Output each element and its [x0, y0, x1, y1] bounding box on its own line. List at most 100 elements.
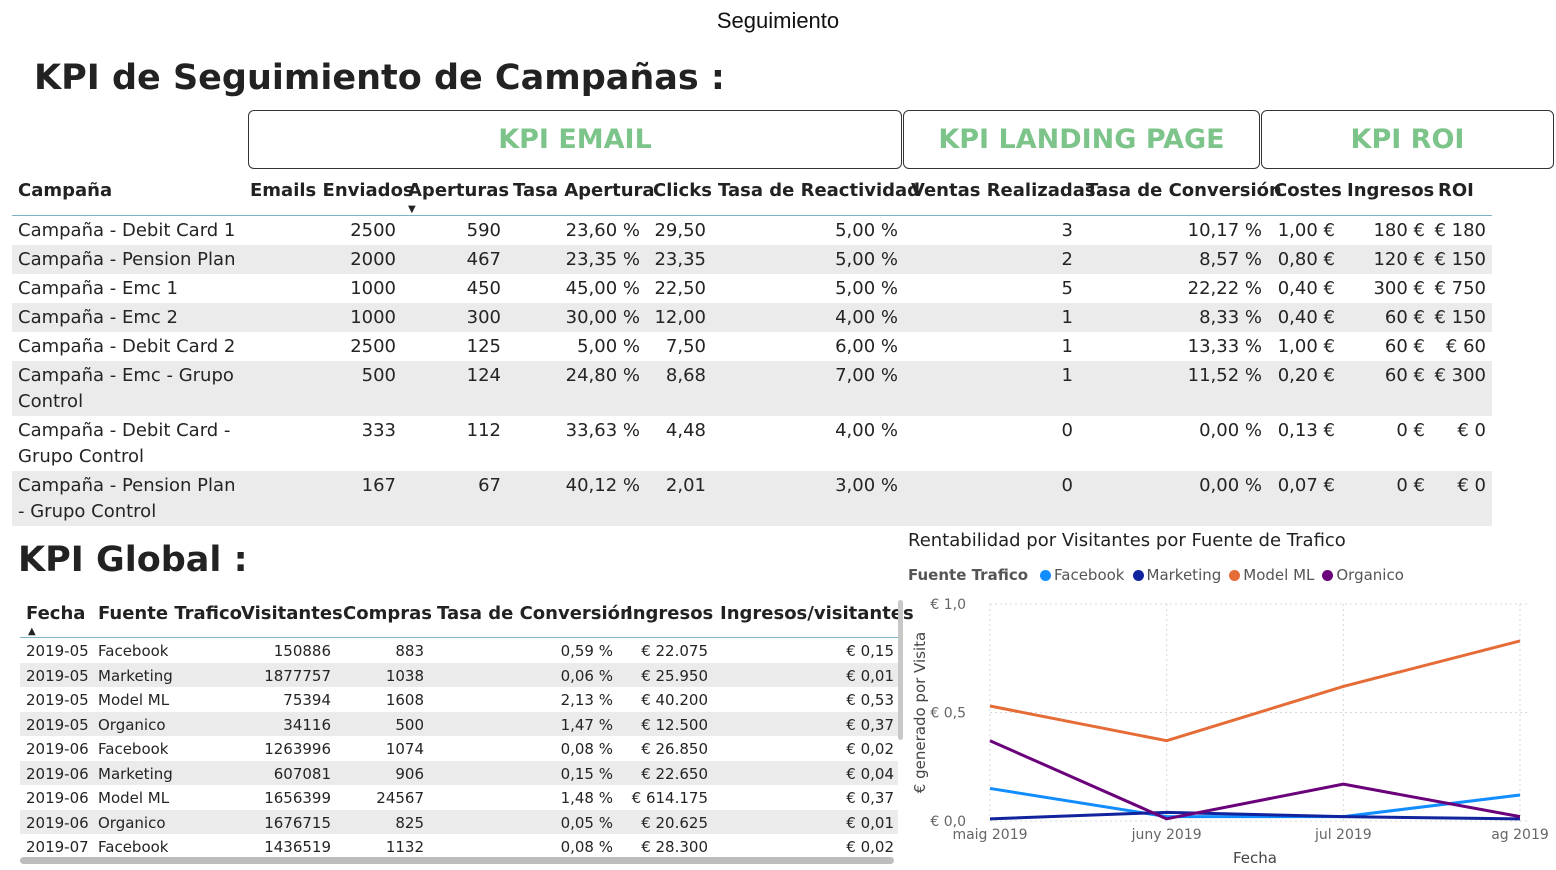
- legend-item[interactable]: Marketing: [1132, 566, 1221, 584]
- campaign-row[interactable]: Campaña - Debit Card 2 2500 125 5,00 % 7,50 6…: [12, 332, 1492, 361]
- global-row[interactable]: 2019-05 Organico 34116 500 1,47 % € 12.500 € 0…: [20, 711, 898, 736]
- campaign-row[interactable]: Campaña - Emc - Grupo Control 500 124 24,80…: [12, 361, 1492, 416]
- global-row[interactable]: 2019-05 Facebook 150886 883 0,59 % € 22.075 € …: [20, 638, 898, 663]
- campaign-row[interactable]: Campaña - Pension Plan - Grupo Control 16…: [12, 471, 1492, 526]
- global-value-cell: € 26.850: [641, 740, 708, 758]
- date-cell: 2019-05: [26, 642, 89, 660]
- col-header-roi[interactable]: ROI: [1438, 180, 1474, 201]
- legend-item[interactable]: Model ML: [1229, 566, 1314, 584]
- campaign-value-cell: € 0: [1457, 475, 1486, 496]
- col-header-aperturas[interactable]: Aperturas: [408, 180, 509, 201]
- campaign-table-body: Campaña - Debit Card 1 2500 590 23,60 % 29,5…: [12, 216, 1492, 526]
- global-value-cell: € 0,37: [846, 789, 894, 807]
- col-header-costes[interactable]: Costes: [1274, 180, 1342, 201]
- legend-item[interactable]: Facebook: [1040, 566, 1125, 584]
- campaign-value-cell: 45,00 %: [565, 278, 640, 299]
- campaign-value-cell: 6,00 %: [835, 336, 898, 357]
- col-header-tasa-reactividad[interactable]: Tasa de Reactividad: [718, 180, 920, 201]
- col-header-tasa-conversion-global[interactable]: Tasa de Conversión: [437, 603, 633, 624]
- col-header-visitantes[interactable]: Visitantes: [241, 603, 343, 624]
- global-value-cell: € 0,01: [846, 813, 894, 832]
- global-row[interactable]: 2019-06 Organico 1676715 825 0,05 % € 20.625 €…: [20, 809, 898, 834]
- date-cell: 2019-06: [26, 813, 89, 832]
- campaign-name-cell: Campaña - Pension Plan: [18, 249, 236, 270]
- sort-desc-icon[interactable]: ▼: [408, 204, 416, 215]
- global-row[interactable]: 2019-05 Marketing 1877757 1038 0,06 % € 25.95…: [20, 662, 898, 687]
- source-cell: Model ML: [98, 789, 170, 807]
- kpi-roi-box: KPI ROI: [1261, 110, 1554, 169]
- date-cell: 2019-06: [26, 740, 89, 758]
- col-header-ingresos-visitantes[interactable]: Ingresos/visitantes: [720, 603, 914, 624]
- campaign-value-cell: 24,80 %: [565, 365, 640, 386]
- kpi-email-box: KPI EMAIL: [248, 110, 902, 169]
- col-header-campana[interactable]: Campaña: [18, 180, 112, 201]
- series-line-organico: [989, 739, 1521, 821]
- campaign-name-cell: Campaña - Emc 2: [18, 307, 178, 328]
- campaign-value-cell: 1: [1061, 307, 1073, 328]
- x-axis-title: Fecha: [1233, 849, 1277, 867]
- col-header-fuente-trafico[interactable]: Fuente Trafico: [98, 603, 242, 624]
- global-row[interactable]: 2019-05 Model ML 75394 1608 2,13 % € 40.200 € …: [20, 687, 898, 712]
- col-header-clicks[interactable]: Clicks: [653, 180, 712, 201]
- campaign-row[interactable]: Campaña - Pension Plan 2000 467 23,35 % 23,3…: [12, 245, 1492, 274]
- col-header-tasa-conversion[interactable]: Tasa de Conversión: [1086, 180, 1282, 201]
- campaign-value-cell: 33,63 %: [565, 420, 640, 441]
- legend-dot-icon: [1132, 569, 1144, 581]
- line-chart: € 0,0€ 0,5€ 1,0maig 2019 juny 2019 jul 201…: [911, 597, 1549, 867]
- campaign-value-cell: 4,00 %: [835, 307, 898, 328]
- col-header-compras[interactable]: Compras: [343, 603, 432, 624]
- col-header-tasa-apertura[interactable]: Tasa Apertura: [513, 180, 655, 201]
- col-header-fecha[interactable]: Fecha: [26, 603, 85, 624]
- source-cell: Facebook: [98, 838, 169, 856]
- col-header-emails-enviados[interactable]: Emails Enviados: [250, 180, 414, 201]
- campaign-value-cell: 2500: [350, 220, 396, 241]
- campaign-value-cell: 1: [1061, 365, 1073, 386]
- campaign-row[interactable]: Campaña - Emc 2 1000 300 30,00 % 12,00 4,00 %…: [12, 303, 1492, 332]
- global-row[interactable]: 2019-06 Marketing 607081 906 0,15 % € 22.650 €…: [20, 760, 898, 785]
- campaign-value-cell: 0,20 €: [1277, 365, 1335, 386]
- global-row[interactable]: 2019-06 Model ML 1656399 24567 1,48 % € 614.1…: [20, 785, 898, 810]
- campaign-value-cell: 29,50: [654, 220, 706, 241]
- campaign-row[interactable]: Campaña - Emc 1 1000 450 45,00 % 22,50 5,00 %…: [12, 274, 1492, 303]
- campaign-value-cell: 4,00 %: [835, 420, 898, 441]
- horizontal-scrollbar[interactable]: [20, 857, 894, 864]
- campaign-value-cell: 0 €: [1396, 420, 1425, 441]
- campaign-value-cell: € 750: [1434, 278, 1486, 299]
- campaign-value-cell: 0,00 %: [1199, 475, 1262, 496]
- col-header-ingresos[interactable]: Ingresos: [1347, 180, 1434, 201]
- col-header-ventas-realizadas[interactable]: Ventas Realizadas: [911, 180, 1096, 201]
- kpi-landing-page-box: KPI LANDING PAGE: [903, 110, 1260, 169]
- source-cell: Marketing: [98, 764, 173, 783]
- chart-legend: Fuente Trafico Facebook Marketing Model ML…: [908, 566, 1412, 584]
- global-value-cell: € 614.175: [631, 789, 708, 807]
- global-value-cell: 1656399: [264, 789, 331, 807]
- campaign-row[interactable]: Campaña - Debit Card 1 2500 590 23,60 % 29,5…: [12, 216, 1492, 245]
- campaign-value-cell: 7,50: [665, 336, 706, 357]
- global-value-cell: 24567: [376, 789, 424, 807]
- col-header-ingresos-global[interactable]: Ingresos: [626, 603, 713, 624]
- campaign-name-cell: Campaña - Emc 1: [18, 278, 178, 299]
- campaign-value-cell: 5,00 %: [835, 220, 898, 241]
- campaign-name-cell: Campaña - Debit Card 1: [18, 220, 236, 241]
- global-value-cell: € 22.075: [641, 642, 708, 660]
- campaign-value-cell: 5: [1061, 278, 1073, 299]
- global-value-cell: 883: [395, 642, 424, 660]
- legend-item[interactable]: Organico: [1322, 566, 1404, 584]
- campaign-value-cell: 2500: [350, 336, 396, 357]
- campaign-value-cell: 7,00 %: [835, 365, 898, 386]
- global-value-cell: 0,06 %: [560, 666, 613, 685]
- global-value-cell: € 0,15: [846, 642, 894, 660]
- global-row[interactable]: 2019-07 Facebook 1436519 1132 0,08 % € 28.300…: [20, 834, 898, 859]
- campaign-row[interactable]: Campaña - Debit Card - Grupo Control 333 1…: [12, 416, 1492, 471]
- global-value-cell: € 20.625: [641, 813, 708, 832]
- vertical-scrollbar[interactable]: [898, 600, 903, 740]
- campaign-name-cell: Campaña - Debit Card 2: [18, 336, 236, 357]
- global-row[interactable]: 2019-06 Facebook 1263996 1074 0,08 % € 26.850…: [20, 736, 898, 761]
- global-value-cell: 0,05 %: [560, 813, 613, 832]
- global-value-cell: 1436519: [264, 838, 331, 856]
- x-tick-label: maig 2019: [952, 827, 1027, 843]
- campaign-value-cell: 112: [466, 420, 501, 441]
- y-tick-label: € 1,0: [930, 597, 966, 613]
- campaign-value-cell: 1,00 €: [1277, 336, 1335, 357]
- sort-asc-icon[interactable]: ▲: [28, 626, 36, 637]
